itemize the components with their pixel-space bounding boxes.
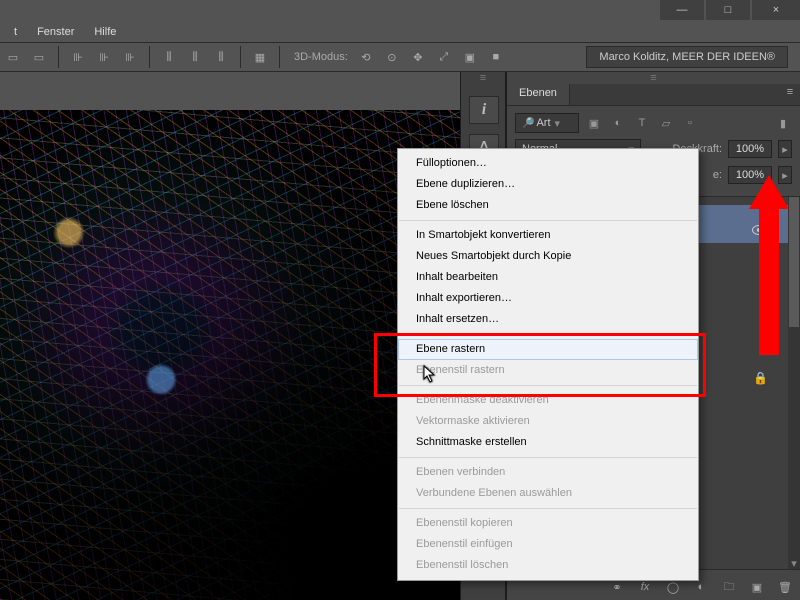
ctx-loeschen[interactable]: Ebene löschen <box>398 195 698 216</box>
fill-label-suffix: e: <box>713 169 722 181</box>
align-icon-2[interactable]: ▭ <box>29 48 49 66</box>
3d-icon-4[interactable]: ⤢ <box>434 48 454 66</box>
ctx-smart-konvertieren[interactable]: In Smartobjekt konvertieren <box>398 225 698 246</box>
distribute-icon-6[interactable]: ⫼ <box>211 48 231 66</box>
ctx-smart-kopie[interactable]: Neues Smartobjekt durch Kopie <box>398 246 698 267</box>
separator <box>399 508 697 509</box>
opacity-arrow-icon[interactable]: ▸ <box>778 140 792 158</box>
3d-icon-3[interactable]: ✥ <box>408 48 428 66</box>
minimize-button[interactable]: — <box>660 0 704 20</box>
separator <box>279 46 280 68</box>
distribute-icon-3[interactable]: ⊪ <box>120 48 140 66</box>
3d-icon-2[interactable]: ⊙ <box>382 48 402 66</box>
scroll-down-icon[interactable]: ▾ <box>788 557 800 569</box>
separator <box>399 385 697 386</box>
visibility-icon[interactable] <box>752 225 766 235</box>
ctx-stil-einfuegen: Ebenenstil einfügen <box>398 534 698 555</box>
3d-icon-6[interactable]: ■ <box>486 48 506 66</box>
maximize-button[interactable]: □ <box>706 0 750 20</box>
filter-shape-icon[interactable]: ▱ <box>657 114 675 132</box>
new-layer-icon[interactable]: ▣ <box>748 578 766 596</box>
3d-icon-1[interactable]: ⟲ <box>356 48 376 66</box>
folder-icon[interactable]: 🗀 <box>720 578 738 596</box>
filter-type-icon[interactable]: T <box>633 114 651 132</box>
fill-arrow-icon[interactable]: ▸ <box>778 166 792 184</box>
separator <box>399 334 697 335</box>
distribute-icon-2[interactable]: ⊪ <box>94 48 114 66</box>
3d-icon-5[interactable]: ▣ <box>460 48 480 66</box>
ctx-inhalt-bearbeiten[interactable]: Inhalt bearbeiten <box>398 267 698 288</box>
separator <box>149 46 150 68</box>
grip-icon[interactable]: ≡ <box>461 72 505 84</box>
filter-pixel-icon[interactable]: ▣ <box>585 114 603 132</box>
menu-t-truncated[interactable]: t <box>4 24 27 40</box>
tab-ebenen[interactable]: Ebenen <box>507 84 570 105</box>
filter-toggle[interactable]: ▮ <box>774 114 792 132</box>
menu-hilfe[interactable]: Hilfe <box>84 24 126 40</box>
ctx-stil-kopieren: Ebenenstil kopieren <box>398 513 698 534</box>
filter-adjust-icon[interactable]: ◐ <box>609 114 627 132</box>
ctx-maske-deaktivieren: Ebenenmaske deaktivieren <box>398 390 698 411</box>
distribute-icon-5[interactable]: ⫼ <box>185 48 205 66</box>
menubar: t Fenster Hilfe <box>0 22 800 42</box>
fill-field[interactable]: 100% <box>728 166 772 184</box>
ctx-ebene-rastern[interactable]: Ebene rastern <box>398 339 698 360</box>
ctx-stil-loeschen: Ebenenstil löschen <box>398 555 698 576</box>
kind-label: Art <box>536 117 550 129</box>
separator <box>240 46 241 68</box>
distribute-icon-4[interactable]: ⫼ <box>159 48 179 66</box>
mode3d-label: 3D-Modus: <box>294 51 348 63</box>
opacity-field[interactable]: 100% <box>728 140 772 158</box>
ctx-vektormaske-aktivieren: Vektormaske aktivieren <box>398 411 698 432</box>
info-panel-icon[interactable]: i <box>469 96 499 124</box>
lock-icon: 🔒 <box>753 371 768 385</box>
separator <box>399 457 697 458</box>
trash-icon[interactable]: 🗑 <box>776 578 794 596</box>
align-icon-1[interactable]: ▭ <box>3 48 23 66</box>
menu-fenster[interactable]: Fenster <box>27 24 84 40</box>
auto-align-icon[interactable]: ▦ <box>250 48 270 66</box>
scroll-thumb[interactable] <box>789 197 799 327</box>
ctx-duplizieren[interactable]: Ebene duplizieren… <box>398 174 698 195</box>
grip-icon[interactable]: ≡ <box>507 72 800 84</box>
ctx-inhalt-ersetzen[interactable]: Inhalt ersetzen… <box>398 309 698 330</box>
filter-smart-icon[interactable]: ▫ <box>681 114 699 132</box>
workspace-dropdown[interactable]: Marco Kolditz, MEER DER IDEEN® <box>586 46 788 68</box>
scrollbar[interactable]: ▴ ▾ <box>788 197 800 569</box>
ctx-ebenenstil-rastern: Ebenenstil rastern <box>398 360 698 381</box>
distribute-icon-1[interactable]: ⊪ <box>68 48 88 66</box>
ctx-fulloptionen[interactable]: Fülloptionen… <box>398 153 698 174</box>
titlebar: — □ × <box>0 0 800 24</box>
layer-kind-filter[interactable]: 🔎 Art ▾ <box>515 113 579 133</box>
context-menu: Fülloptionen… Ebene duplizieren… Ebene l… <box>397 148 699 581</box>
ctx-inhalt-exportieren[interactable]: Inhalt exportieren… <box>398 288 698 309</box>
separator <box>58 46 59 68</box>
panel-menu-icon[interactable]: ≡ <box>782 84 798 100</box>
ctx-verbinden: Ebenen verbinden <box>398 462 698 483</box>
close-button[interactable]: × <box>752 0 800 20</box>
ctx-schnittmaske[interactable]: Schnittmaske erstellen <box>398 432 698 453</box>
document-canvas[interactable] <box>0 110 460 600</box>
separator <box>399 220 697 221</box>
ctx-verbundene-auswaehlen: Verbundene Ebenen auswählen <box>398 483 698 504</box>
panel-tabs: Ebenen ≡ <box>507 84 800 106</box>
